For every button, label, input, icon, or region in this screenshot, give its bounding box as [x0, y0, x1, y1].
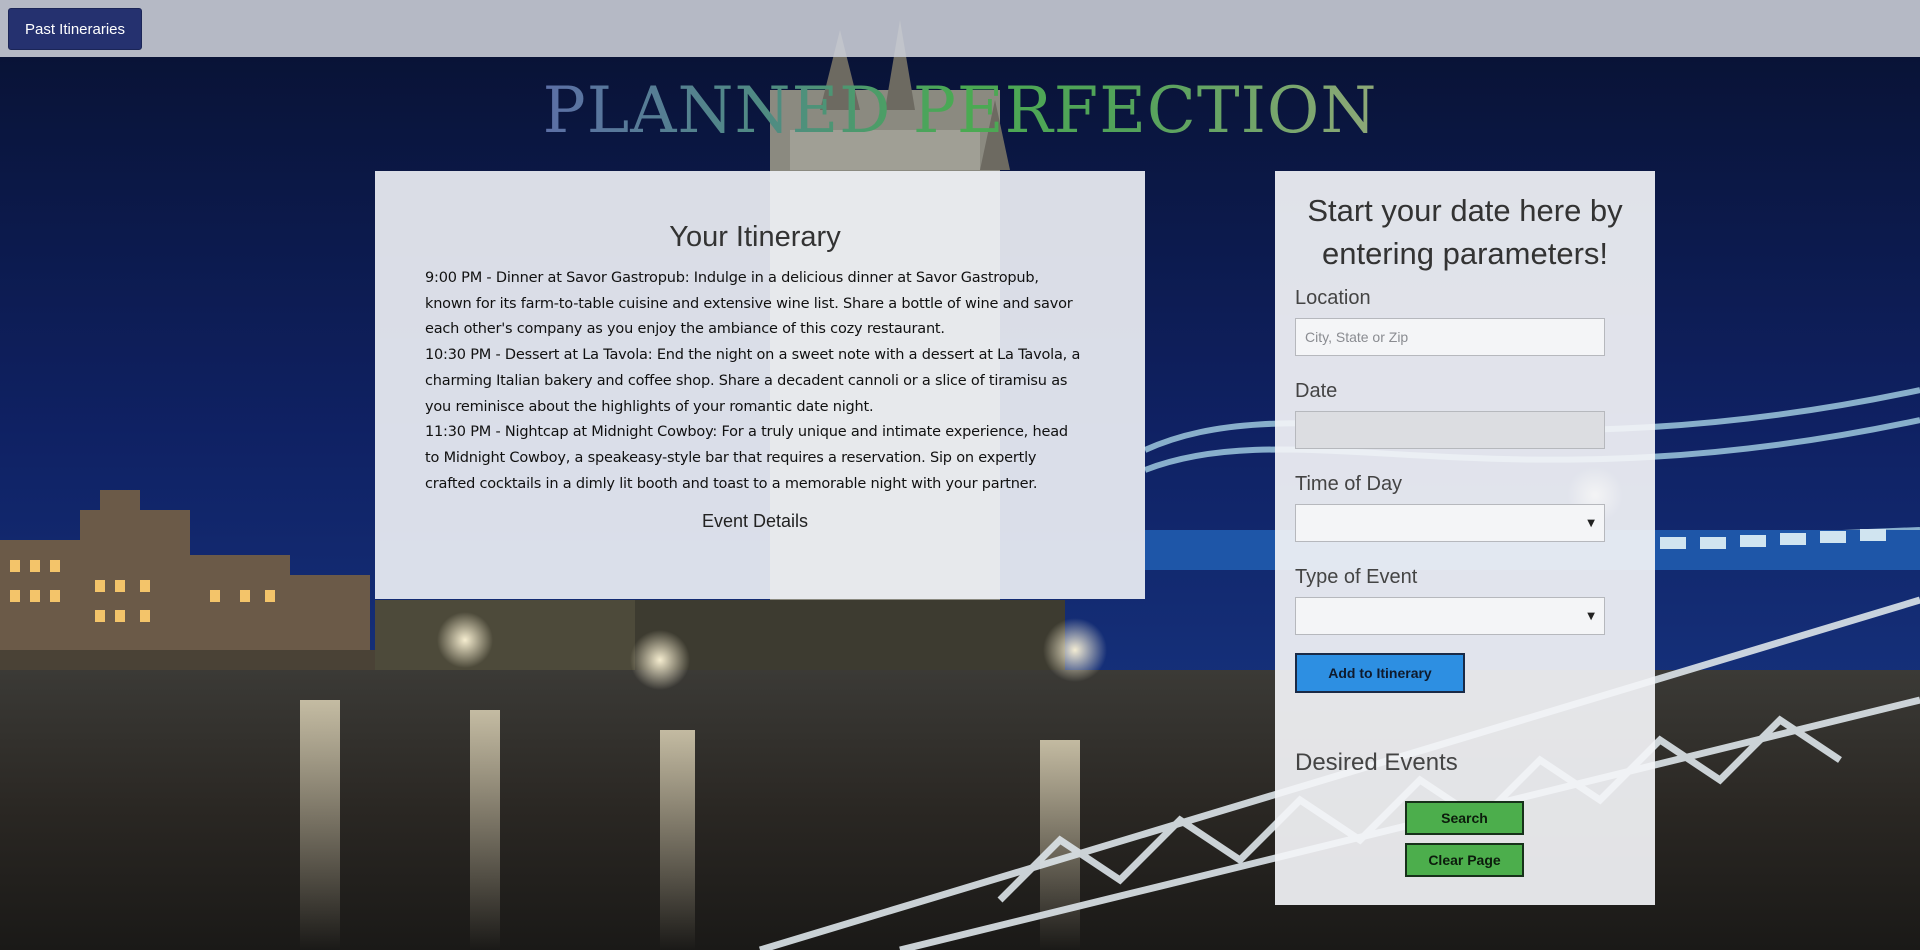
event-type-select[interactable]: ▼ — [1295, 597, 1605, 635]
date-label: Date — [1295, 380, 1338, 402]
time-of-day-select[interactable]: ▼ — [1295, 504, 1605, 542]
chevron-down-icon: ▼ — [1587, 611, 1595, 622]
itinerary-panel: Your Itinerary 9:00 PM - Dinner at Savor… — [375, 171, 1145, 599]
form-title: Start your date here by entering paramet… — [1307, 193, 1623, 271]
date-input[interactable] — [1295, 411, 1605, 449]
search-button[interactable]: Search — [1405, 801, 1524, 835]
itinerary-entry: 11:30 PM - Nightcap at Midnight Cowboy: … — [425, 424, 1068, 492]
brand-title: PLANNED PERFECTION — [0, 68, 1920, 154]
itinerary-entry: 10:30 PM - Dessert at La Tavola: End the… — [425, 347, 1081, 415]
event-details-link[interactable]: Event Details — [425, 511, 1085, 532]
event-type-label: Type of Event — [1295, 566, 1418, 588]
itinerary-list: 9:00 PM - Dinner at Savor Gastropub: Ind… — [425, 266, 1085, 497]
time-of-day-label: Time of Day — [1295, 473, 1403, 495]
location-input[interactable] — [1295, 318, 1605, 356]
add-to-itinerary-button[interactable]: Add to Itinerary — [1295, 653, 1465, 693]
clear-page-button[interactable]: Clear Page — [1405, 843, 1524, 877]
chevron-down-icon: ▼ — [1587, 518, 1595, 529]
past-itineraries-button[interactable]: Past Itineraries — [8, 8, 142, 50]
location-label: Location — [1295, 287, 1371, 309]
brand-title-text: PLANNED PERFECTION — [542, 74, 1378, 148]
top-bar: Past Itineraries — [0, 0, 1920, 57]
itinerary-title: Your Itinerary — [669, 221, 841, 253]
desired-events-title: Desired Events — [1295, 749, 1458, 776]
search-form-panel: Start your date here by entering paramet… — [1275, 171, 1655, 905]
itinerary-entry: 9:00 PM - Dinner at Savor Gastropub: Ind… — [425, 270, 1073, 338]
